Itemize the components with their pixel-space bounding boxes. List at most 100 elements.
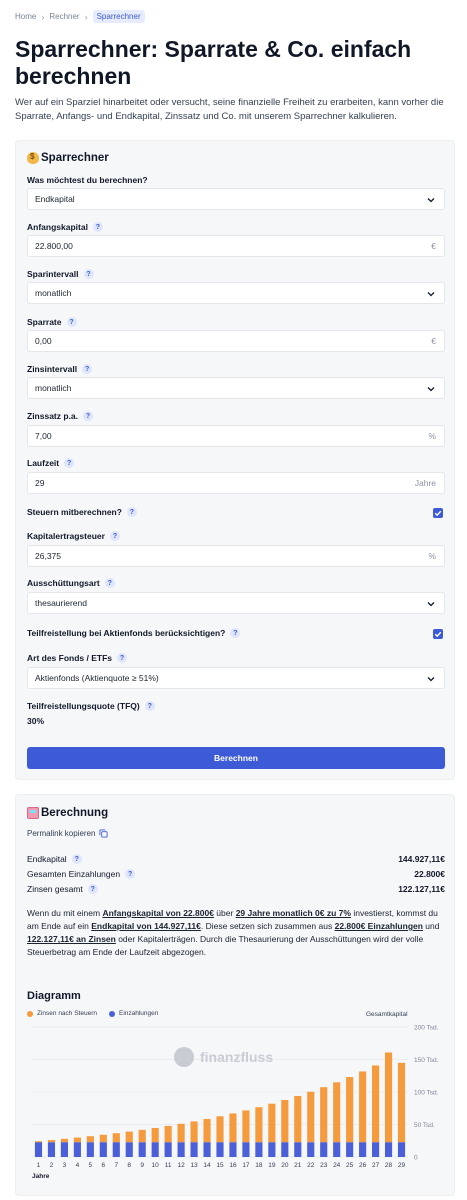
endkapital-value: 144.927,11€ bbox=[398, 854, 445, 864]
bar-zinsen bbox=[112, 1133, 120, 1143]
chevron-right-icon: › bbox=[41, 11, 45, 22]
bar-zinsen bbox=[255, 1107, 263, 1143]
euro-unit: € bbox=[431, 336, 436, 346]
calculate-button[interactable]: Berechnen bbox=[27, 747, 445, 769]
help-icon[interactable]: ? bbox=[64, 458, 75, 468]
x-tick-label: 5 bbox=[89, 1162, 93, 1169]
help-icon[interactable]: ? bbox=[87, 884, 98, 894]
bar-einzahlungen bbox=[320, 1142, 328, 1157]
rate-input[interactable]: 0,00 € bbox=[27, 330, 445, 352]
help-icon[interactable]: ? bbox=[144, 701, 155, 711]
bar-zinsen bbox=[229, 1113, 237, 1143]
x-tick-label: 9 bbox=[140, 1162, 144, 1169]
years-unit: Jahre bbox=[414, 478, 436, 488]
help-icon[interactable]: ? bbox=[92, 222, 103, 232]
help-icon[interactable]: ? bbox=[117, 653, 128, 663]
teilfrei-checkbox[interactable] bbox=[433, 629, 443, 639]
result-title: Berechnung bbox=[27, 807, 108, 819]
taxes-checkbox[interactable] bbox=[433, 508, 443, 518]
bar-einzahlungen bbox=[86, 1142, 94, 1157]
calculator-form-card: Sparrechner Was möchtest du berechnen? E… bbox=[15, 140, 455, 780]
y-tick-label: 100 Tsd. bbox=[414, 1090, 439, 1097]
chart-legend: Zinsen nach Steuern Einzahlungen bbox=[27, 1010, 170, 1017]
zinsen-row: Zinsen gesamt? 122.127,11€ bbox=[27, 884, 445, 894]
fondsart-select[interactable]: Aktienfonds (Aktienquote ≥ 51%) bbox=[27, 667, 445, 689]
breadcrumb-home[interactable]: Home bbox=[15, 12, 36, 21]
x-tick-label: 15 bbox=[216, 1162, 224, 1169]
bar-einzahlungen bbox=[216, 1142, 224, 1157]
help-icon[interactable]: ? bbox=[126, 507, 137, 517]
bar-zinsen bbox=[151, 1127, 159, 1143]
bar-zinsen bbox=[359, 1071, 367, 1143]
help-icon[interactable]: ? bbox=[125, 869, 136, 879]
help-icon[interactable]: ? bbox=[82, 364, 93, 374]
bar-einzahlungen bbox=[397, 1142, 406, 1157]
bar-zinsen bbox=[216, 1116, 224, 1143]
ausschuettung-label: Ausschüttungsart? bbox=[27, 578, 115, 588]
help-icon[interactable]: ? bbox=[71, 854, 82, 864]
x-tick-label: 23 bbox=[320, 1162, 328, 1169]
tfq-label: Teilfreistellungsquote (TFQ)? bbox=[27, 701, 155, 711]
bar-zinsen bbox=[242, 1110, 250, 1143]
x-tick-label: 4 bbox=[76, 1162, 80, 1169]
mode-select[interactable]: Endkapital bbox=[27, 188, 445, 210]
y-axis-label: Gesamtkapital bbox=[366, 1011, 408, 1018]
breadcrumb-rechner[interactable]: Rechner bbox=[49, 12, 79, 21]
endkapital-row: Endkapital? 144.927,11€ bbox=[27, 854, 445, 864]
x-tick-label: 8 bbox=[127, 1162, 131, 1169]
zins-label: Zinssatz p.a.? bbox=[27, 411, 94, 421]
interval-select[interactable]: monatlich bbox=[27, 282, 445, 304]
help-icon[interactable]: ? bbox=[83, 411, 94, 421]
bar-einzahlungen bbox=[60, 1142, 68, 1157]
x-tick-label: 28 bbox=[385, 1162, 393, 1169]
bar-einzahlungen bbox=[384, 1142, 393, 1157]
help-icon[interactable]: ? bbox=[104, 578, 115, 588]
bar-zinsen bbox=[281, 1099, 289, 1143]
x-tick-label: 18 bbox=[255, 1162, 263, 1169]
taxes-label: Steuern mitberechnen?? bbox=[27, 507, 137, 517]
interval-label: Sparintervall? bbox=[27, 269, 94, 279]
bar-einzahlungen bbox=[151, 1142, 159, 1157]
help-icon[interactable]: ? bbox=[109, 531, 120, 541]
capital-chart: 0 50 Tsd. 100 Tsd. 150 Tsd. 200 Tsd. finanzfl… bbox=[32, 1025, 439, 1180]
legend-item-zinsen[interactable]: Zinsen nach Steuern bbox=[27, 1010, 97, 1017]
help-icon[interactable]: ? bbox=[83, 269, 94, 279]
bar-einzahlungen bbox=[281, 1142, 289, 1157]
x-tick-label: 16 bbox=[229, 1162, 237, 1169]
calculator-title-text: Sparrechner bbox=[41, 152, 109, 164]
y-tick-label: 200 Tsd. bbox=[414, 1025, 439, 1032]
interval-select-value: monatlich bbox=[35, 288, 72, 298]
zinsen-label: Zinsen gesamt bbox=[27, 884, 83, 894]
x-tick-label: 20 bbox=[281, 1162, 289, 1169]
legend-item-einzahlungen[interactable]: Einzahlungen bbox=[108, 1010, 158, 1017]
result-card: Berechnung Permalink kopieren Endkapital… bbox=[15, 794, 455, 1196]
bar-zinsen bbox=[372, 1065, 380, 1143]
kest-label: Kapitalertragsteuer? bbox=[27, 531, 120, 541]
laufzeit-input[interactable]: 29 Jahre bbox=[27, 472, 445, 494]
percent-unit: % bbox=[428, 551, 436, 561]
bar-zinsen bbox=[73, 1137, 81, 1143]
start-capital-input[interactable]: 22.800,00 € bbox=[27, 235, 445, 257]
zinsinterval-select[interactable]: monatlich bbox=[27, 377, 445, 399]
permalink-label: Permalink kopieren bbox=[27, 829, 96, 838]
help-icon[interactable]: ? bbox=[230, 628, 241, 638]
page-intro: Wer auf ein Sparziel hinarbeitet oder ve… bbox=[15, 97, 444, 122]
rate-value: 0,00 bbox=[35, 336, 52, 346]
ausschuettung-select[interactable]: thesaurierend bbox=[27, 592, 445, 614]
bar-einzahlungen bbox=[242, 1142, 250, 1157]
page-title: Sparrechner: Sparrate & Co. einfach bere… bbox=[15, 36, 412, 89]
x-tick-label: 29 bbox=[398, 1162, 406, 1169]
einzahlungen-row: Gesamten Einzahlungen? 22.800€ bbox=[27, 869, 445, 879]
summary-highlight: 29 Jahre monatlich 0€ zu 7% bbox=[235, 908, 351, 918]
chevron-down-icon bbox=[427, 387, 435, 392]
help-icon[interactable]: ? bbox=[66, 317, 77, 327]
permalink-button[interactable]: Permalink kopieren bbox=[27, 829, 109, 838]
teilfrei-label: Teilfreistellung bei Aktienfonds berücks… bbox=[27, 628, 241, 638]
bar-einzahlungen bbox=[138, 1142, 146, 1157]
zins-input[interactable]: 7,00 % bbox=[27, 425, 445, 447]
kest-input[interactable]: 26,375 % bbox=[27, 545, 445, 567]
calculator-icon bbox=[27, 807, 39, 819]
percent-unit: % bbox=[428, 431, 436, 441]
start-capital-label: Anfangskapital? bbox=[27, 222, 103, 232]
bar-zinsen bbox=[397, 1062, 406, 1143]
